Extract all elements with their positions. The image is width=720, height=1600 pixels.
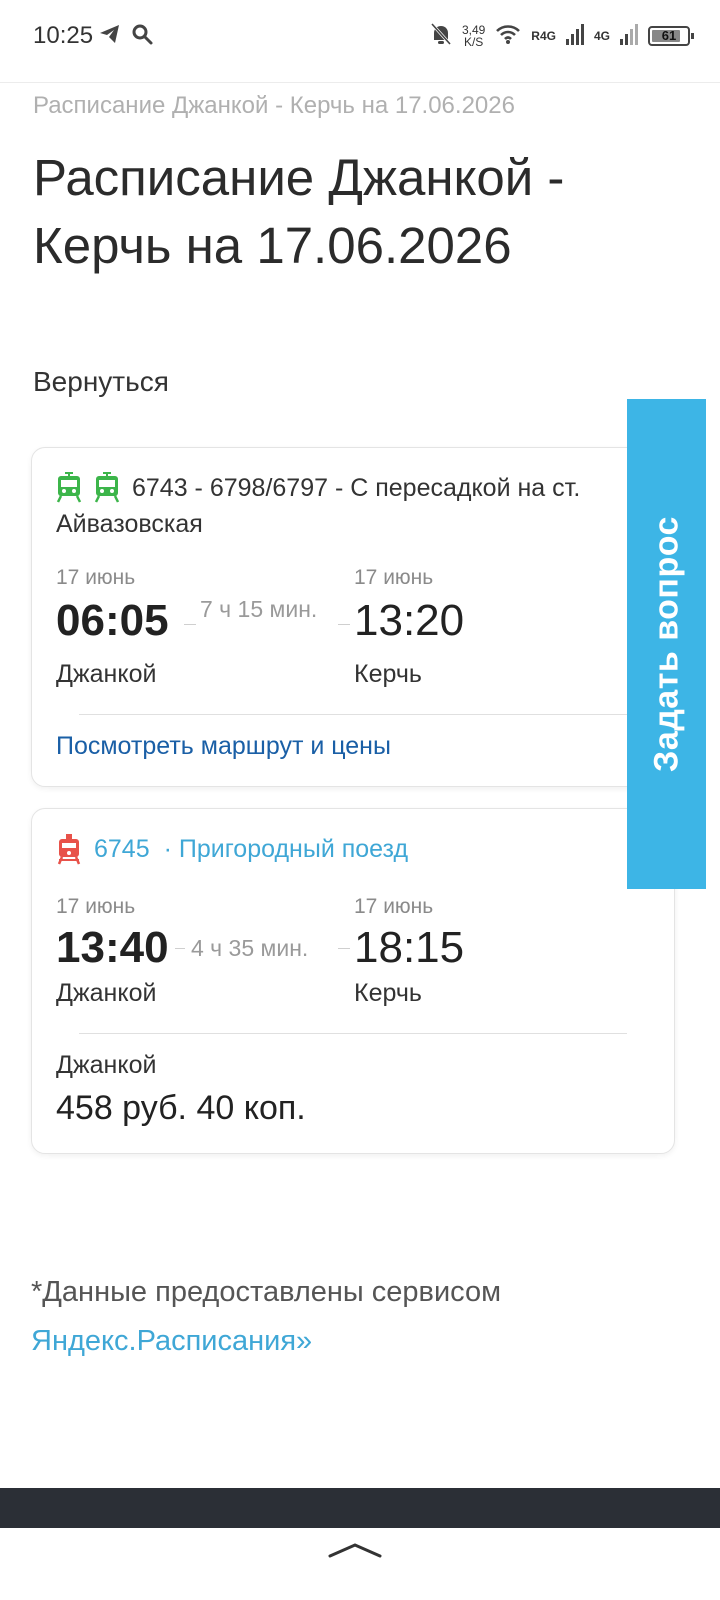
telegram-icon [98, 22, 122, 51]
network-type-2: 4G [593, 29, 610, 43]
duration: 4 ч 35 мин. [191, 935, 309, 961]
departure-date: 17 июнь [56, 566, 136, 589]
departure-time: 06:05 [56, 596, 169, 645]
arrival-station: Керчь [354, 660, 422, 688]
breadcrumb[interactable]: Расписание Джанкой - Керчь на 17.06.2026 [33, 92, 515, 120]
search-icon [130, 22, 154, 51]
departure-date: 17 июнь [56, 895, 136, 918]
electric-train-icon [94, 472, 120, 503]
price-from-label: Джанкой [56, 1051, 157, 1079]
arrival-date: 17 июнь [354, 566, 434, 589]
ticket-price: 458 руб. 40 коп. [56, 1089, 306, 1127]
battery-level: 61 [661, 28, 677, 43]
header-divider [0, 82, 720, 83]
status-bar: 10:25 3,49 K/S R4G 4G 61 [0, 0, 720, 72]
chevron-up-icon[interactable] [328, 1540, 382, 1565]
arrival-time: 18:15 [354, 923, 465, 972]
dash [175, 948, 185, 949]
network-type-1: R4G [531, 29, 556, 43]
arrival-station: Керчь [354, 979, 422, 1007]
status-right: 3,49 K/S R4G 4G 61 [430, 20, 694, 52]
train-icon [57, 834, 81, 865]
card-divider [79, 1033, 627, 1034]
arrival-date: 17 июнь [354, 895, 434, 918]
data-source-note: *Данные предоставлены сервисом Яндекс.Ра… [31, 1268, 681, 1366]
data-source-text: *Данные предоставлены сервисом [31, 1276, 502, 1308]
dash [338, 948, 350, 949]
trip-card[interactable]: 6745 · Пригородный поезд 17 июнь 13:40 4… [31, 808, 675, 1154]
ask-question-label: Задать вопрос [647, 516, 685, 772]
back-link[interactable]: Вернуться [33, 366, 169, 398]
speed-unit: K/S [463, 35, 484, 49]
electric-train-icon [56, 472, 82, 503]
departure-station: Джанкой [56, 660, 157, 688]
departure-station: Джанкой [56, 979, 157, 1007]
train-number: 6743 - 6798/6797 - С пересадкой на ст. [132, 473, 581, 502]
trip-header: 6745 · Пригородный поезд [56, 833, 408, 865]
train-number[interactable]: 6745 [94, 835, 150, 864]
ask-question-button[interactable]: Задать вопрос [627, 399, 706, 889]
status-time: 10:25 [33, 22, 94, 49]
signal-icon [620, 23, 638, 50]
route-prices-link[interactable]: Посмотреть маршрут и цены [56, 732, 391, 761]
page-title: Расписание Джанкой - Керчь на 17.06.2026 [33, 149, 565, 274]
trip-card[interactable]: 6743 - 6798/6797 - С пересадкой на ст. А… [31, 447, 675, 787]
yandex-schedule-link[interactable]: Яндекс.Расписания» [31, 1325, 312, 1357]
dash [338, 624, 350, 625]
dash [184, 624, 196, 625]
network-speed: 3,49 K/S [462, 24, 485, 48]
bell-off-icon [430, 22, 452, 51]
battery-icon: 61 [648, 26, 694, 46]
arrival-time: 13:20 [354, 596, 465, 645]
transfer-station: Айвазовская [56, 510, 203, 538]
train-type[interactable]: · Пригородный поезд [164, 835, 408, 864]
wifi-icon [495, 23, 521, 50]
departure-time: 13:40 [56, 923, 169, 972]
duration: 7 ч 15 мин. [200, 596, 318, 622]
trip-header: 6743 - 6798/6797 - С пересадкой на ст. [56, 472, 580, 504]
signal-icon [565, 23, 584, 50]
bottom-bar [0, 1488, 720, 1528]
card-divider [79, 714, 627, 715]
